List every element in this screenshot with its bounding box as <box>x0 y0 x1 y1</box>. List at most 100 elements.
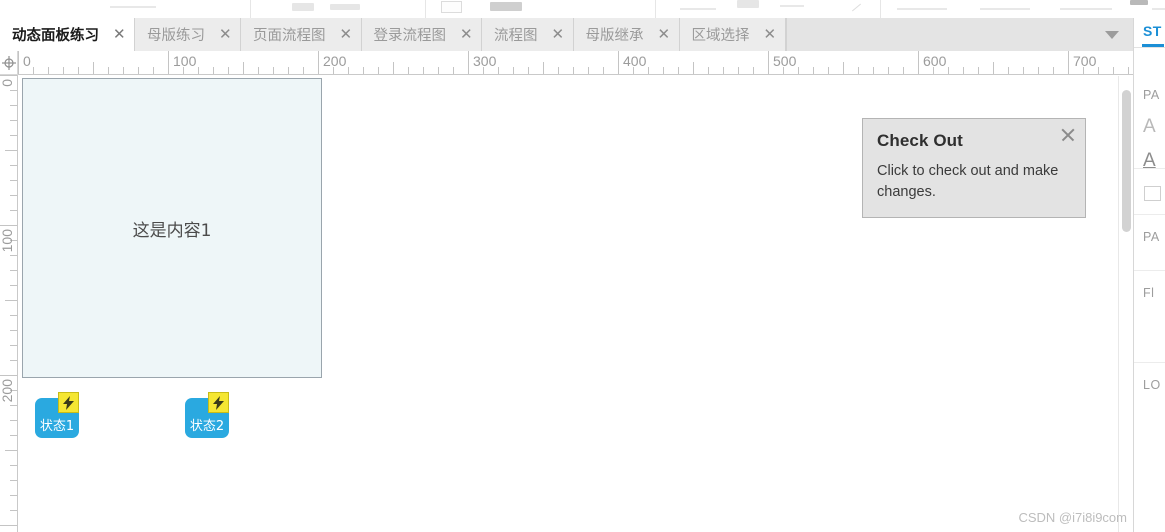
ruler-minor-tick <box>498 67 499 74</box>
close-icon[interactable]: ✕ <box>658 27 671 42</box>
ruler-label-h: 600 <box>923 53 947 69</box>
ruler-label-h: 500 <box>773 53 797 69</box>
chevron-down-icon[interactable] <box>1105 31 1119 39</box>
state-node-1[interactable]: 状态1 <box>35 392 79 438</box>
ruler-minor-tick <box>10 135 17 136</box>
design-canvas[interactable]: 这是内容1 Check Out Click to check out and m… <box>19 76 1133 532</box>
ruler-mid-tick <box>5 150 17 151</box>
inspector-divider <box>1134 270 1165 271</box>
toolbar-ghost-line <box>980 8 1030 10</box>
ruler-minor-tick <box>573 67 574 74</box>
ruler-label-v: 0 <box>0 79 15 87</box>
ruler-minor-tick <box>10 210 17 211</box>
ruler-minor-tick <box>1113 67 1114 74</box>
inspector-divider <box>1134 362 1165 363</box>
ruler-label-v: 200 <box>0 379 15 403</box>
tab-style[interactable]: ST <box>1143 23 1162 39</box>
ruler-major-tick <box>468 51 469 74</box>
font-glyph-1[interactable]: A <box>1143 116 1156 138</box>
scrollbar-thumb[interactable] <box>1122 90 1131 232</box>
canvas-vertical-scrollbar[interactable] <box>1118 76 1133 532</box>
ruler-minor-tick <box>408 67 409 74</box>
ruler-minor-tick <box>10 120 17 121</box>
callout-title: Check Out <box>877 131 963 150</box>
ruler-minor-tick <box>738 67 739 74</box>
ruler-minor-tick <box>10 165 17 166</box>
ruler-minor-tick <box>378 67 379 74</box>
ruler-minor-tick <box>10 285 17 286</box>
ruler-minor-tick <box>108 67 109 74</box>
close-icon[interactable]: ✕ <box>460 27 473 42</box>
color-swatch-field[interactable] <box>1144 186 1161 201</box>
ruler-minor-tick <box>723 67 724 74</box>
ruler-minor-tick <box>10 495 17 496</box>
page-tab-label: 页面流程图 <box>253 28 326 44</box>
ruler-minor-tick <box>10 465 17 466</box>
page-tab-1[interactable]: 母版练习 ✕ <box>135 18 241 51</box>
page-tab-3[interactable]: 登录流程图 ✕ <box>361 18 482 51</box>
page-tab-6[interactable]: 区域选择 ✕ <box>679 18 786 51</box>
page-tab-5[interactable]: 母版继承 ✕ <box>573 18 680 51</box>
close-icon[interactable]: ✕ <box>552 27 565 42</box>
lightning-bolt-icon[interactable] <box>208 392 229 413</box>
inspector-section-label-6: LO <box>1143 378 1161 392</box>
lightning-bolt-icon[interactable] <box>58 392 79 413</box>
ruler-origin-corner[interactable] <box>0 51 18 75</box>
inspector-tab-row[interactable]: ST <box>1134 18 1165 48</box>
inspector-divider <box>1134 168 1165 169</box>
ruler-minor-tick <box>10 345 17 346</box>
vertical-ruler[interactable]: 0 100 200 <box>0 75 18 532</box>
toolbar-ghost-chip <box>1130 0 1148 5</box>
close-icon[interactable]: ✕ <box>340 27 353 42</box>
ruler-minor-tick <box>10 255 17 256</box>
ruler-major-tick <box>618 51 619 74</box>
ruler-minor-tick <box>828 67 829 74</box>
content-panel-label: 这是内容1 <box>132 220 212 241</box>
tab-bar-empty-area[interactable] <box>785 18 1133 51</box>
ruler-minor-tick <box>888 67 889 74</box>
horizontal-ruler[interactable]: 0 100 200 300 400 500 600 700 <box>18 51 1133 75</box>
ruler-label-h: 100 <box>173 53 197 69</box>
ruler-minor-tick <box>10 180 17 181</box>
ruler-mid-tick <box>93 62 94 74</box>
ruler-minor-tick <box>10 405 17 406</box>
ruler-minor-tick <box>948 67 949 74</box>
style-inspector-panel[interactable]: ST PA A A PA Fl LO <box>1133 18 1165 532</box>
close-icon[interactable] <box>1060 127 1076 143</box>
toolbar-group-1 <box>0 0 251 18</box>
inspector-section-label-5: Fl <box>1143 286 1155 300</box>
toolbar-group-5 <box>880 0 1165 18</box>
ruler-minor-tick <box>798 67 799 74</box>
check-out-callout[interactable]: Check Out Click to check out and make ch… <box>862 118 1086 219</box>
ruler-major-tick <box>0 75 17 76</box>
ruler-minor-tick <box>288 67 289 74</box>
page-tab-4[interactable]: 流程图 ✕ <box>482 18 574 51</box>
state-node-2[interactable]: 状态2 <box>185 392 229 438</box>
ruler-minor-tick <box>558 67 559 74</box>
close-icon[interactable]: ✕ <box>764 27 777 42</box>
ruler-label-h: 0 <box>23 53 31 69</box>
ruler-minor-tick <box>1053 67 1054 74</box>
ruler-minor-tick <box>903 67 904 74</box>
ruler-major-tick <box>168 51 169 74</box>
content-panel-widget[interactable]: 这是内容1 <box>22 78 322 378</box>
close-icon[interactable]: ✕ <box>113 27 126 42</box>
toolbar-ghost-chip <box>292 3 314 11</box>
toolbar-ghost-line <box>680 8 716 10</box>
toolbar-ghost-line <box>110 6 156 8</box>
page-tab-bar[interactable]: 动态面板练习 ✕ 母版练习 ✕ 页面流程图 ✕ 登录流程图 ✕ 流程图 ✕ 母版继承 ✕ 区域选择 ✕ <box>0 18 1133 51</box>
ruler-label-h: 700 <box>1073 53 1097 69</box>
ruler-major-tick <box>0 525 17 526</box>
toolbar-ghost-box <box>441 1 462 13</box>
ruler-minor-tick <box>348 67 349 74</box>
close-icon[interactable]: ✕ <box>219 27 232 42</box>
page-tab-0[interactable]: 动态面板练习 ✕ <box>0 18 135 51</box>
page-tab-2[interactable]: 页面流程图 ✕ <box>241 18 362 51</box>
ruler-minor-tick <box>1128 67 1129 74</box>
ruler-minor-tick <box>10 195 17 196</box>
ruler-mid-tick <box>543 62 544 74</box>
state-node-label: 状态1 <box>39 419 75 434</box>
toolbar-group-2 <box>250 0 426 18</box>
ruler-minor-tick <box>588 67 589 74</box>
inspector-section-label-4: PA <box>1143 230 1160 244</box>
